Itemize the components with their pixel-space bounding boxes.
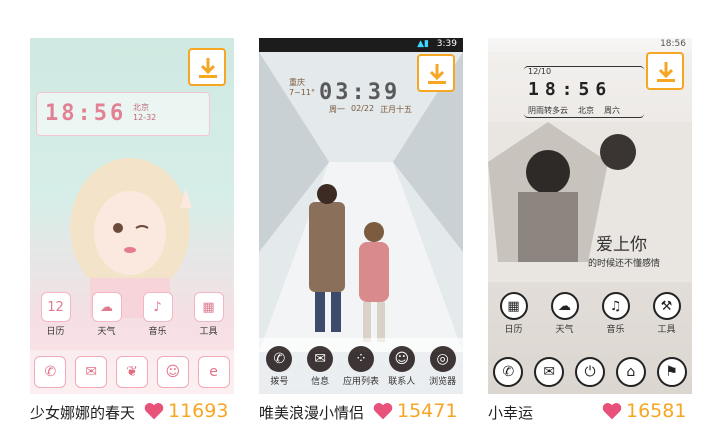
app-weather[interactable]: ☁ 天气 xyxy=(545,292,585,335)
theme-caption-3: 小幸运 16581 xyxy=(488,398,692,424)
theme-name[interactable]: 少女娜娜的春天 xyxy=(30,402,135,423)
heart-icon[interactable] xyxy=(602,401,622,421)
like-count: 16581 xyxy=(626,400,687,422)
theme-card-3[interactable]: 18:56 12/10 18:56 阴雨转多云 北京 周六 爱上你 的时候还不懂… xyxy=(488,38,692,394)
bow-icon[interactable]: ❦ xyxy=(115,356,148,388)
download-icon xyxy=(428,64,446,84)
clock-widget: 12/10 18:56 阴雨转多云 北京 周六 xyxy=(524,66,644,118)
music-icon: ♪ xyxy=(142,292,173,322)
download-icon xyxy=(657,62,675,82)
girl-illustration xyxy=(70,158,192,318)
love-subtitle: 的时候还不懂感情 xyxy=(588,259,661,269)
mail-icon[interactable]: ✉ xyxy=(534,357,565,387)
app-calendar[interactable]: 12 日历 xyxy=(36,292,76,337)
weather-info: 北京 12-32 xyxy=(133,103,157,122)
browser-icon: ◎ xyxy=(429,345,456,372)
power-icon[interactable]: ⏻ xyxy=(574,357,605,387)
download-button[interactable] xyxy=(417,54,455,92)
clock-widget: 18:56 北京 12-32 xyxy=(36,92,210,136)
music-icon: ♫ xyxy=(601,292,630,320)
status-bar: ▲▮ 3:39 xyxy=(259,38,463,52)
calendar-icon: 12 xyxy=(40,292,71,322)
message-icon: ✉ xyxy=(307,345,334,372)
flag-icon[interactable]: ⚑ xyxy=(656,357,687,387)
dock: ✆ ✉ ⏻ ⌂ ⚑ xyxy=(488,350,692,394)
theme-name[interactable]: 小幸运 xyxy=(488,402,533,423)
grid-icon: ⁘ xyxy=(347,345,374,372)
dock-app-list[interactable]: ⁘ 应用列表 xyxy=(341,345,381,387)
theme-name[interactable]: 唯美浪漫小情侣 xyxy=(259,402,364,423)
cloud-icon: ☁ xyxy=(91,292,122,322)
calendar-icon: ▦ xyxy=(499,292,528,320)
tools-icon: ⚒ xyxy=(652,292,681,320)
home-icon[interactable]: ⌂ xyxy=(615,357,646,387)
clock-time: 03:39 xyxy=(319,80,401,105)
dock: ✆ 拨号 ✉ 信息 ⁘ 应用列表 ☺ 联系人 ◎ 浏览器 xyxy=(259,338,463,394)
heart-icon[interactable] xyxy=(144,401,164,421)
phone-icon[interactable]: ✆ xyxy=(493,357,524,387)
like-count: 11693 xyxy=(168,400,229,422)
app-music[interactable]: ♫ 音乐 xyxy=(596,292,636,335)
clock-time: 18:56 xyxy=(528,79,613,100)
dock-browser[interactable]: ◎ 浏览器 xyxy=(423,345,463,387)
app-tools[interactable]: ⚒ 工具 xyxy=(647,292,687,335)
app-calendar[interactable]: ▦ 日历 xyxy=(494,292,534,335)
like-count: 15471 xyxy=(397,400,458,422)
clock-time: 18:56 xyxy=(45,101,127,126)
contact-icon[interactable]: ☺ xyxy=(156,356,189,388)
heart-icon[interactable] xyxy=(373,401,393,421)
app-music[interactable]: ♪ 音乐 xyxy=(138,292,178,337)
download-button[interactable] xyxy=(188,48,226,86)
download-button[interactable] xyxy=(646,52,684,90)
app-tools[interactable]: ▦ 工具 xyxy=(189,292,229,337)
love-title: 爱上你 xyxy=(596,235,647,255)
status-bar: 18:56 xyxy=(488,38,692,52)
dock-messages[interactable]: ✉ 信息 xyxy=(300,345,340,387)
dock-dialer[interactable]: ✆ 拨号 xyxy=(259,345,299,387)
theme-caption-1: 少女娜娜的春天 11693 xyxy=(30,398,234,424)
phone-icon: ✆ xyxy=(266,345,293,372)
tools-icon: ▦ xyxy=(193,292,224,322)
dock: ✆ ✉ ❦ ☺ e xyxy=(30,350,234,394)
theme-caption-2: 唯美浪漫小情侣 15471 xyxy=(259,398,463,424)
download-icon xyxy=(199,58,217,78)
contact-icon: ☺ xyxy=(388,345,415,372)
mail-icon[interactable]: ✉ xyxy=(75,356,108,388)
signal-icon: ▲▮ xyxy=(417,39,429,49)
cloud-icon: ☁ xyxy=(550,292,579,320)
dock-contacts[interactable]: ☺ 联系人 xyxy=(382,345,422,387)
theme-card-1[interactable]: 18:56 北京 12-32 12 日历 ☁ 天气 ♪ 音乐 ▦ 工具 ✆ ✉ … xyxy=(30,38,234,394)
theme-card-2[interactable]: ▲▮ 3:39 03:39 重庆 7~11° 周一 02/22 正月十五 ✆ 拨… xyxy=(259,38,463,394)
browser-icon[interactable]: e xyxy=(197,356,230,388)
phone-icon[interactable]: ✆ xyxy=(34,356,67,388)
app-weather[interactable]: ☁ 天气 xyxy=(87,292,127,337)
